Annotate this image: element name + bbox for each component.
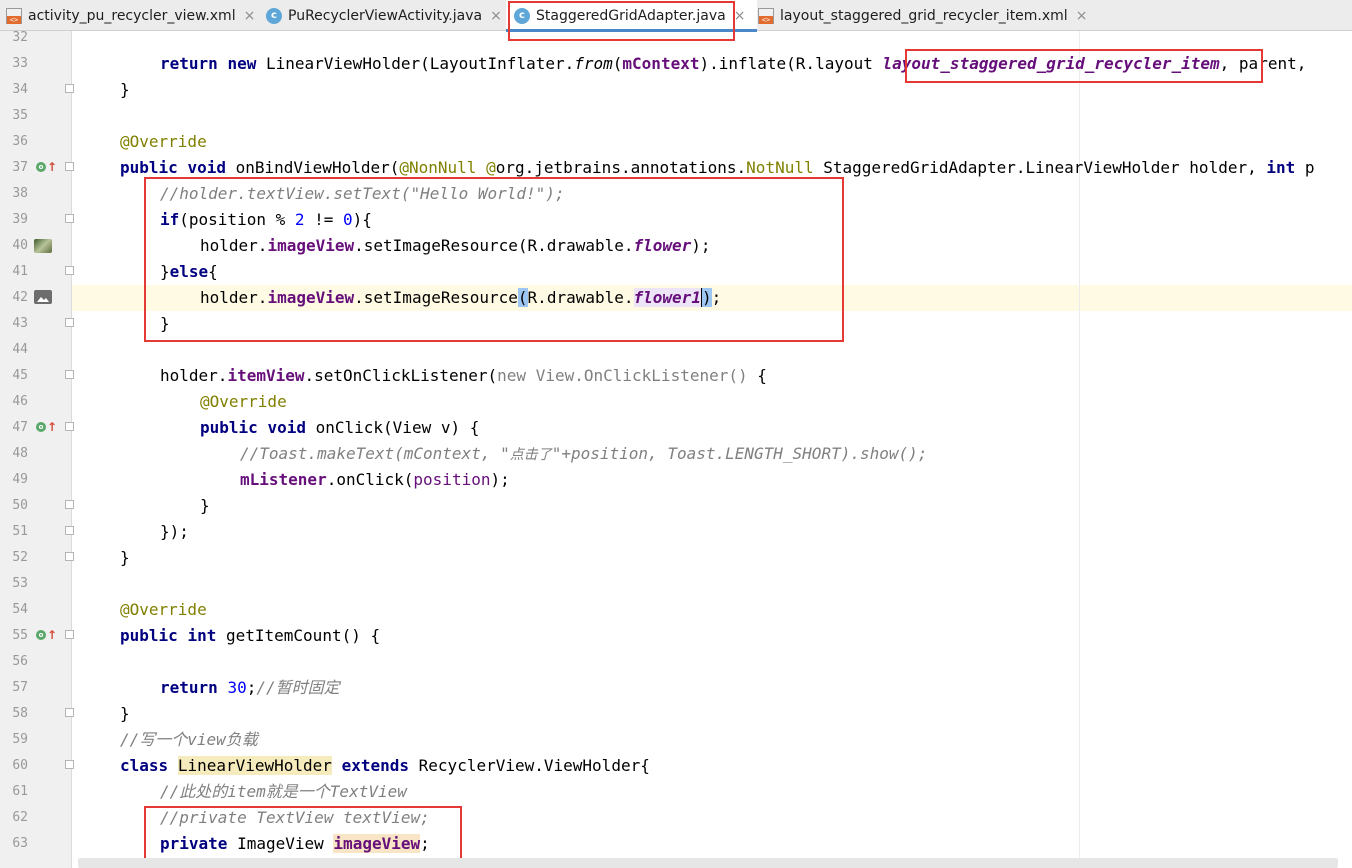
code-line-46: @Override xyxy=(200,392,287,411)
line-number: 55 xyxy=(12,628,28,643)
code-line-61: //此处的item就是一个TextView xyxy=(160,782,407,801)
line-number: 52 xyxy=(12,550,28,565)
line-number: 57 xyxy=(12,680,28,695)
tab-activity-pu-recycler-view-xml[interactable]: activity_pu_recycler_view.xml × xyxy=(6,0,255,31)
line-number: 42 xyxy=(12,290,28,305)
code-line-37: public void onBindViewHolder(@NonNull @o… xyxy=(120,158,1315,177)
horizontal-scrollbar[interactable] xyxy=(78,858,1338,868)
line-number: 60 xyxy=(12,758,28,773)
line-number: 58 xyxy=(12,706,28,721)
line-number: 43 xyxy=(12,316,28,331)
code-line-54: @Override xyxy=(120,600,207,619)
line-number: 62 xyxy=(12,810,28,825)
line-number: 46 xyxy=(12,394,28,409)
code-line-36: @Override xyxy=(120,132,207,151)
close-icon[interactable]: × xyxy=(490,8,502,24)
line-number: 35 xyxy=(12,108,28,123)
code-line-41: }else{ xyxy=(160,262,218,281)
code-line-43: } xyxy=(160,314,170,333)
image-preview-icon[interactable] xyxy=(34,290,52,304)
line-number: 39 xyxy=(12,212,28,227)
code-line-52: } xyxy=(120,548,130,567)
code-line-39: if(position % 2 != 0){ xyxy=(160,210,372,229)
tab-label: PuRecyclerViewActivity.java xyxy=(288,7,483,24)
line-number: 36 xyxy=(12,134,28,149)
line-number: 34 xyxy=(12,82,28,97)
line-number: 59 xyxy=(12,732,28,747)
code-line-38: //holder.textView.setText("Hello World!"… xyxy=(160,184,565,203)
editor-tab-bar: activity_pu_recycler_view.xml × c PuRecy… xyxy=(0,0,1352,32)
tab-staggered-grid-adapter-java[interactable]: c StaggeredGridAdapter.java × xyxy=(506,0,758,32)
drawable-preview-icon[interactable] xyxy=(34,239,52,253)
code-line-55: public int getItemCount() { xyxy=(120,626,381,645)
line-number: 38 xyxy=(12,186,28,201)
line-number: 40 xyxy=(12,238,28,253)
code-line-49: mListener.onClick(position); xyxy=(240,470,510,489)
code-line-34: } xyxy=(120,80,130,99)
code-line-40: holder.imageView.setImageResource(R.draw… xyxy=(200,236,711,255)
line-number: 41 xyxy=(12,264,28,279)
code-line-60: class LinearViewHolder extends RecyclerV… xyxy=(120,756,650,775)
line-number: 45 xyxy=(12,368,28,383)
code-editor[interactable]: return new LinearViewHolder(LayoutInflat… xyxy=(72,31,1352,868)
code-line-45: holder.itemView.setOnClickListener(new V… xyxy=(160,366,767,385)
line-number: 54 xyxy=(12,602,28,617)
line-number: 49 xyxy=(12,472,28,487)
tab-layout-staggered-grid-recycler-item-xml[interactable]: layout_staggered_grid_recycler_item.xml … xyxy=(758,0,1087,31)
line-number: 33 xyxy=(12,56,28,71)
code-line-33: return new LinearViewHolder(LayoutInflat… xyxy=(160,54,1307,73)
code-line-42: holder.imageView.setImageResource(R.draw… xyxy=(200,288,722,307)
line-number: 63 xyxy=(12,836,28,851)
line-number: 47 xyxy=(12,420,28,435)
code-line-58: } xyxy=(120,704,130,723)
line-number: 50 xyxy=(12,498,28,513)
line-number: 61 xyxy=(12,784,28,799)
line-number: 51 xyxy=(12,524,28,539)
tab-pu-recycler-view-activity-java[interactable]: c PuRecyclerViewActivity.java × xyxy=(266,0,502,31)
code-line-59: //写一个view负载 xyxy=(120,730,258,749)
xml-file-icon xyxy=(758,7,774,24)
line-number: 44 xyxy=(12,342,28,357)
override-marker-icon[interactable]: o ↑ xyxy=(36,161,57,174)
line-number: 53 xyxy=(12,576,28,591)
code-line-47: public void onClick(View v) { xyxy=(200,418,480,437)
text-caret: ) xyxy=(700,288,712,307)
code-line-50: } xyxy=(200,496,210,515)
line-number: 48 xyxy=(12,446,28,461)
code-line-57: return 30;//暂时固定 xyxy=(160,678,340,697)
code-line-63: private ImageView imageView; xyxy=(160,834,430,853)
tab-label: layout_staggered_grid_recycler_item.xml xyxy=(780,7,1068,24)
line-number: 37 xyxy=(12,160,28,175)
close-icon[interactable]: × xyxy=(244,8,256,24)
code-line-48: //Toast.makeText(mContext, "点击了"+positio… xyxy=(240,444,928,463)
line-number: 32 xyxy=(12,30,28,45)
xml-file-icon xyxy=(6,7,22,24)
code-line-62: //private TextView textView; xyxy=(160,808,430,827)
close-icon[interactable]: × xyxy=(1076,8,1088,24)
close-icon[interactable]: × xyxy=(734,8,746,24)
line-number: 56 xyxy=(12,654,28,669)
java-class-icon: c xyxy=(266,7,282,24)
override-marker-icon[interactable]: o ↑ xyxy=(36,421,57,434)
override-marker-icon[interactable]: o ↑ xyxy=(36,629,57,642)
code-line-51: }); xyxy=(160,522,189,541)
java-class-icon: c xyxy=(514,7,530,24)
tab-label: activity_pu_recycler_view.xml xyxy=(28,7,236,24)
tab-label: StaggeredGridAdapter.java xyxy=(536,7,726,24)
